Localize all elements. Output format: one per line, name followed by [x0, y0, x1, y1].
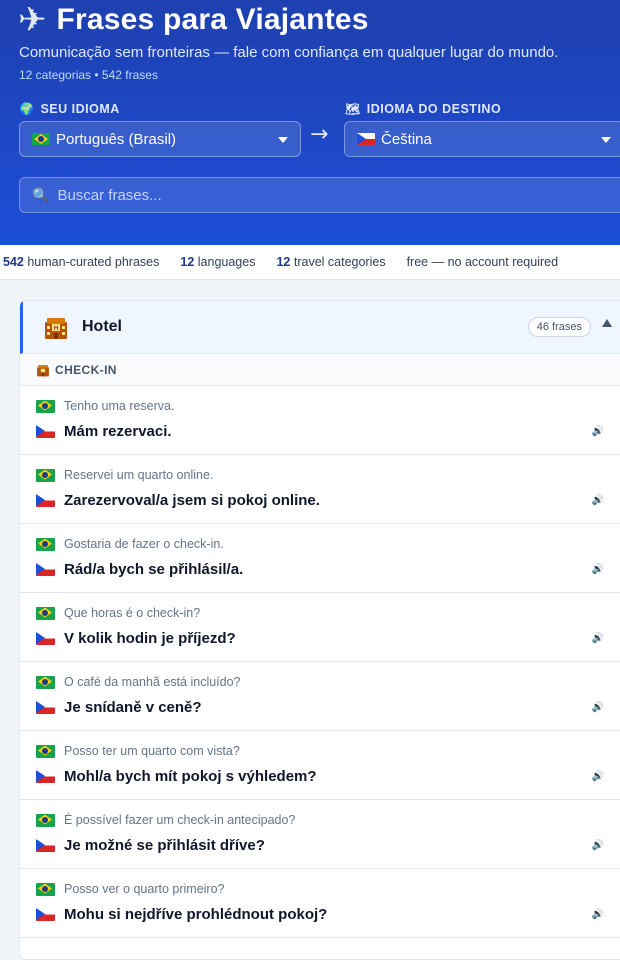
brazil-flag-icon — [36, 744, 55, 758]
arrow-right-icon: → — [310, 122, 329, 147]
speaker-icon[interactable]: 🔊 — [592, 909, 604, 920]
chevron-up-icon[interactable] — [602, 319, 612, 327]
speaker-icon[interactable]: 🔊 — [592, 426, 604, 437]
czech-flag-icon — [36, 839, 55, 852]
svg-text:H: H — [54, 326, 58, 332]
stats-bar: 542 human-curated phrases 12 languages 1… — [0, 245, 620, 280]
czech-flag-icon — [36, 632, 55, 645]
map-icon: 🗺 — [345, 102, 361, 116]
czech-flag-icon — [36, 563, 55, 576]
brazil-flag-icon — [36, 882, 55, 896]
phrase-row[interactable]: Tenho uma reserva. Mám rezervaci. 🔊 — [20, 386, 620, 455]
phrase-row[interactable]: É possível fazer um check-in antecipado?… — [20, 800, 620, 869]
speaker-icon[interactable]: 🔊 — [592, 564, 604, 575]
speaker-icon[interactable]: 🔊 — [592, 633, 604, 644]
czech-flag-icon — [36, 494, 55, 507]
phrase-row[interactable]: Posso ver o quarto primeiro? Mohu si nej… — [20, 869, 620, 938]
category-card-hotel: H Hotel 46 frases CHECK-IN Tenho uma res… — [19, 300, 620, 960]
phrase-source: O café da manhã está incluído? — [64, 675, 241, 689]
czech-flag-icon — [357, 133, 375, 145]
category-phrase-count: 12 categorias • 542 frases — [19, 68, 158, 82]
target-language-select[interactable]: Čeština — [344, 121, 620, 157]
brazil-flag-icon — [36, 468, 55, 482]
phrase-row[interactable]: Posso ter um quarto com vista? Mohl/a by… — [20, 731, 620, 800]
phrase-target: Mohl/a bych mít pokoj s výhledem? — [64, 768, 317, 785]
phrase-row[interactable]: Reservei um quarto online. Zarezervoval/… — [20, 455, 620, 524]
hotel-icon — [37, 364, 49, 376]
airplane-icon: ✈ — [18, 0, 47, 40]
brazil-flag-icon — [36, 537, 55, 551]
speaker-icon[interactable]: 🔊 — [592, 495, 604, 506]
stat-languages: 12 languages — [180, 255, 256, 269]
stat-free: free — no account required — [406, 255, 559, 269]
brazil-flag-icon — [36, 675, 55, 689]
phrase-target: V kolik hodin je příjezd? — [64, 630, 236, 647]
chevron-down-icon — [278, 137, 288, 143]
category-title: Hotel — [82, 318, 122, 335]
phrase-source: Posso ter um quarto com vista? — [64, 744, 240, 758]
phrase-target: Je možné se přihlásit dříve? — [64, 837, 265, 854]
phrase-target: Zarezervoval/a jsem si pokoj online. — [64, 492, 320, 509]
phrase-target: Rád/a bych se přihlásil/a. — [64, 561, 244, 578]
category-header[interactable]: H Hotel 46 frases — [20, 301, 620, 354]
globe-icon: 🌍 — [19, 102, 35, 116]
speaker-icon[interactable]: 🔊 — [592, 771, 604, 782]
phrase-target: Mohu si nejdříve prohlédnout pokoj? — [64, 906, 328, 923]
phrase-list: Tenho uma reserva. Mám rezervaci. 🔊 Rese… — [20, 386, 620, 938]
phrase-target: Mám rezervaci. — [64, 423, 172, 440]
czech-flag-icon — [36, 908, 55, 921]
phrase-source: É possível fazer um check-in antecipado? — [64, 813, 296, 827]
hotel-icon: H — [45, 318, 67, 339]
target-language-label: 🗺 IDIOMA DO DESTINO — [345, 102, 502, 116]
phrase-source: Tenho uma reserva. — [64, 399, 175, 413]
section-header-checkin: CHECK-IN — [20, 355, 620, 386]
phrase-source: Que horas é o check-in? — [64, 606, 201, 620]
phrase-source: Reservei um quarto online. — [64, 468, 214, 482]
phrase-count-badge: 46 frases — [527, 317, 591, 337]
phrase-row[interactable]: Que horas é o check-in? V kolik hodin je… — [20, 593, 620, 662]
brazil-flag-icon — [36, 399, 55, 413]
brazil-flag-icon — [36, 813, 55, 827]
czech-flag-icon — [36, 425, 55, 438]
phrase-row[interactable]: O café da manhã está incluído? Je snídan… — [20, 662, 620, 731]
stat-categories: 12 travel categories — [276, 255, 386, 269]
speaker-icon[interactable]: 🔊 — [592, 702, 604, 713]
phrase-row[interactable]: Gostaria de fazer o check-in. Rád/a bych… — [20, 524, 620, 593]
search-input[interactable] — [57, 186, 578, 204]
source-language-label: 🌍 SEU IDIOMA — [19, 102, 120, 116]
czech-flag-icon — [36, 770, 55, 783]
brazil-flag-icon — [32, 133, 50, 145]
search-box[interactable]: 🔍 — [19, 177, 620, 213]
app-header: ✈ Frases para Viajantes Comunicação sem … — [0, 0, 620, 245]
brazil-flag-icon — [36, 606, 55, 620]
phrase-source: Posso ver o quarto primeiro? — [64, 882, 225, 896]
czech-flag-icon — [36, 701, 55, 714]
stat-phrases: 542 human-curated phrases — [3, 255, 160, 269]
speaker-icon[interactable]: 🔊 — [592, 840, 604, 851]
phrase-source: Gostaria de fazer o check-in. — [64, 537, 224, 551]
title-row: ✈ Frases para Viajantes — [18, 0, 369, 40]
search-icon: 🔍 — [32, 186, 50, 203]
page-title: Frases para Viajantes — [56, 3, 369, 36]
page-subtitle: Comunicação sem fronteiras — fale com co… — [19, 44, 559, 61]
phrase-target: Je snídaně v ceně? — [64, 699, 202, 716]
chevron-down-icon — [601, 137, 611, 143]
source-language-select[interactable]: Português (Brasil) — [19, 121, 301, 157]
